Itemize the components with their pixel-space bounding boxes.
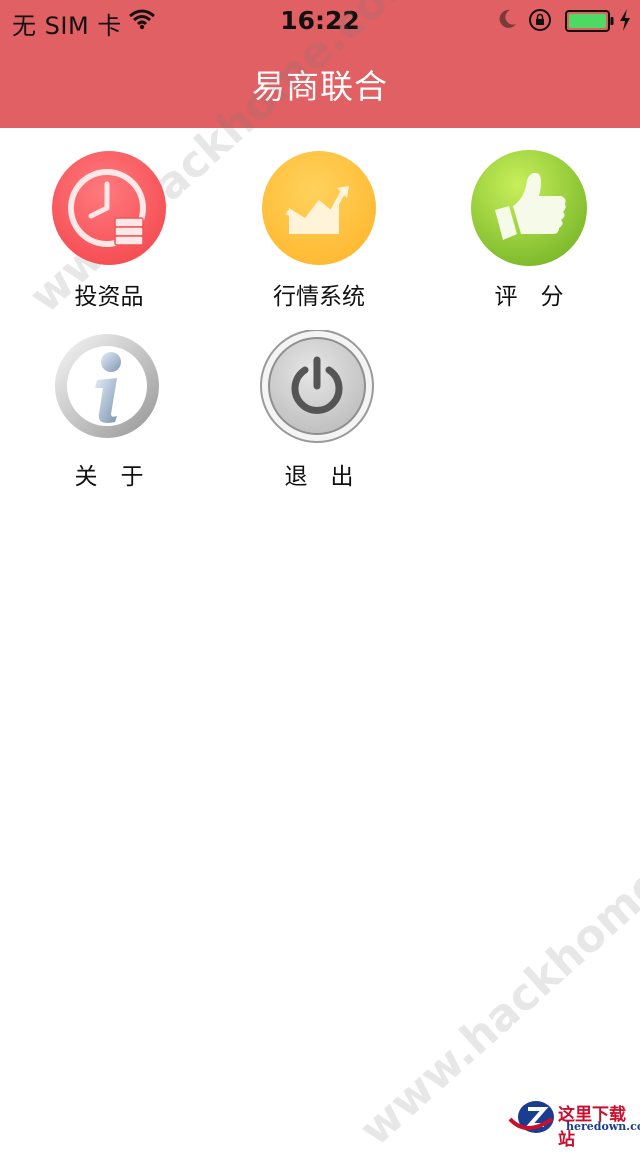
info-icon <box>49 330 169 450</box>
thumbs-up-icon <box>469 150 589 270</box>
menu-item-label: 退 出 <box>284 464 354 490</box>
menu-item-about[interactable]: 关 于 <box>4 330 214 490</box>
menu-item-label: 行情系统 <box>273 284 365 310</box>
power-icon <box>259 329 379 450</box>
orientation-lock-icon <box>528 8 552 38</box>
menu-item-logout[interactable]: 退 出 <box>214 329 424 490</box>
clock-coins-icon <box>49 150 169 270</box>
menu-item-label: 评 分 <box>494 284 564 310</box>
charging-bolt-icon <box>618 8 632 38</box>
menu-item-label: 投资品 <box>74 284 144 310</box>
corner-watermark-url: heredown.com <box>566 1120 640 1133</box>
battery-icon <box>565 10 615 38</box>
menu-item-investment[interactable]: 投资品 <box>4 150 214 310</box>
trend-chart-icon <box>259 150 379 270</box>
menu-item-market[interactable]: 行情系统 <box>214 150 424 310</box>
moon-icon <box>496 8 518 36</box>
menu-item-rate[interactable]: 评 分 <box>424 150 634 310</box>
menu-item-label: 关 于 <box>74 464 144 490</box>
